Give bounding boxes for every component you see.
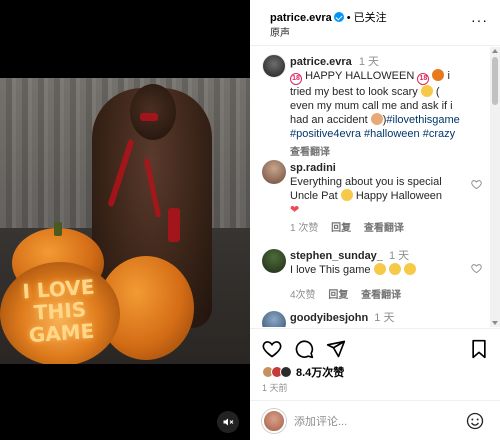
comment-body: I love This game: [290, 264, 371, 276]
like-comment-button[interactable]: [471, 263, 482, 277]
comment-meta: 4次赞 回复 查看翻译: [290, 286, 464, 301]
caption-text: patrice.evra 1 天 18 HAPPY HALLOWEEN 18 i…: [290, 55, 464, 141]
avatar[interactable]: [262, 54, 286, 78]
more-icon[interactable]: ···: [471, 12, 488, 28]
audio-label[interactable]: 原声: [270, 24, 290, 39]
post-header: patrice.evra • 已关注 原声 ···: [250, 0, 500, 46]
comment-likes[interactable]: 1 次赞: [290, 223, 318, 234]
like-comment-button[interactable]: [471, 179, 482, 193]
current-user-avatar: [262, 409, 286, 433]
emoji-icon: [466, 412, 484, 430]
laughing-emoji-icon: [403, 263, 416, 275]
translate-link[interactable]: 查看翻译: [361, 290, 401, 301]
avatar[interactable]: [262, 249, 286, 273]
liker-avatar: [280, 366, 292, 378]
costumed-head: [130, 84, 176, 140]
avatar[interactable]: [262, 160, 286, 184]
fake-blood: [168, 208, 180, 242]
comment-input[interactable]: [294, 413, 444, 431]
pumpkin-stem: [54, 222, 62, 236]
post-side-panel: patrice.evra • 已关注 原声 ··· patrice.evra 1 …: [250, 0, 500, 440]
caption-time[interactable]: 1 天: [359, 56, 379, 68]
hashtag[interactable]: #halloween: [364, 128, 420, 140]
reply-link[interactable]: 回复: [328, 290, 348, 301]
heart-icon[interactable]: [262, 339, 282, 359]
bookmark-icon: [472, 339, 486, 359]
likes-count[interactable]: 8.4万次赞: [296, 364, 344, 380]
mute-icon: [223, 418, 234, 426]
verified-icon: [333, 12, 344, 22]
save-button[interactable]: [470, 339, 488, 362]
mute-button[interactable]: [217, 411, 239, 433]
post-time[interactable]: 1 天前: [262, 381, 288, 394]
likes-summary[interactable]: 8.4万次赞: [262, 364, 344, 380]
comment-text: stephen_sunday_ 1 天 I love This game: [290, 249, 464, 277]
author-username[interactable]: patrice.evra: [270, 12, 332, 24]
comment-username[interactable]: stephen_sunday_: [290, 250, 383, 262]
avatar[interactable]: [262, 311, 286, 327]
translate-link[interactable]: 查看翻译: [364, 223, 404, 234]
comment-time[interactable]: 1 天: [374, 312, 394, 324]
scrollbar-thumb[interactable]: [492, 57, 498, 105]
share-icon[interactable]: [326, 339, 346, 359]
post-actions: 8.4万次赞 1 天前: [250, 328, 500, 394]
caption-line-1: HAPPY HALLOWEEN: [305, 70, 415, 82]
grinning-sweat-emoji-icon: [340, 189, 353, 201]
badge-18-icon: 18: [417, 73, 430, 85]
scroll-up-icon[interactable]: [492, 49, 498, 53]
hashtag[interactable]: #ilovethisgame: [386, 114, 459, 126]
comment-likes[interactable]: 4次赞: [290, 290, 316, 301]
comment-time[interactable]: 1 天: [389, 250, 409, 262]
fake-blood: [140, 113, 158, 121]
fearful-face-emoji-icon: [420, 85, 433, 97]
action-icons: [262, 339, 346, 361]
pumpkin-carved-text: I LOVE THIS GAME: [21, 274, 96, 348]
caption: patrice.evra 1 天 18 HAPPY HALLOWEEN 18 i…: [250, 47, 490, 158]
hashtag[interactable]: #positive4evra: [290, 128, 361, 140]
comment-body-end: Happy Halloween: [355, 190, 443, 202]
heart-icon: [471, 264, 482, 274]
comment-meta: 1 次赞 回复 查看翻译: [290, 219, 464, 234]
comments-scrollbar[interactable]: [490, 47, 500, 327]
heart-icon: [471, 180, 482, 190]
caption-username[interactable]: patrice.evra: [290, 56, 352, 68]
comment-icon[interactable]: [294, 339, 314, 359]
jack-o-lantern-emoji-icon: [432, 69, 445, 81]
comment-item: stephen_sunday_ 1 天 I love This game 4次赞…: [250, 241, 490, 303]
red-heart-emoji-icon: ❤: [290, 204, 300, 216]
badge-18-icon: 18: [290, 73, 302, 85]
hashtag[interactable]: #crazy: [423, 128, 455, 140]
comment-username[interactable]: sp.radini: [290, 162, 336, 174]
comments-list[interactable]: patrice.evra 1 天 18 HAPPY HALLOWEEN 18 i…: [250, 47, 490, 327]
laughing-emoji-icon: [373, 263, 386, 275]
comment-username[interactable]: goodyibesjohn: [290, 312, 368, 324]
scroll-down-icon[interactable]: [492, 321, 498, 325]
emoji-picker-button[interactable]: [466, 412, 484, 433]
follow-status[interactable]: • 已关注: [347, 12, 387, 24]
post-video[interactable]: I LOVE THIS GAME: [0, 78, 250, 364]
post-media[interactable]: I LOVE THIS GAME: [0, 0, 250, 440]
comment-text: sp.radini Everything about you is specia…: [290, 161, 464, 217]
comment-item: sp.radini Everything about you is specia…: [250, 151, 490, 241]
laughing-emoji-icon: [388, 263, 401, 275]
post-author[interactable]: patrice.evra • 已关注: [270, 9, 387, 25]
comment-item: goodyibesjohn 1 天: [250, 303, 490, 327]
person-emoji-icon: [370, 113, 383, 125]
comment-composer: [250, 400, 500, 440]
comment-text: goodyibesjohn 1 天: [290, 311, 464, 325]
reply-link[interactable]: 回复: [331, 223, 351, 234]
